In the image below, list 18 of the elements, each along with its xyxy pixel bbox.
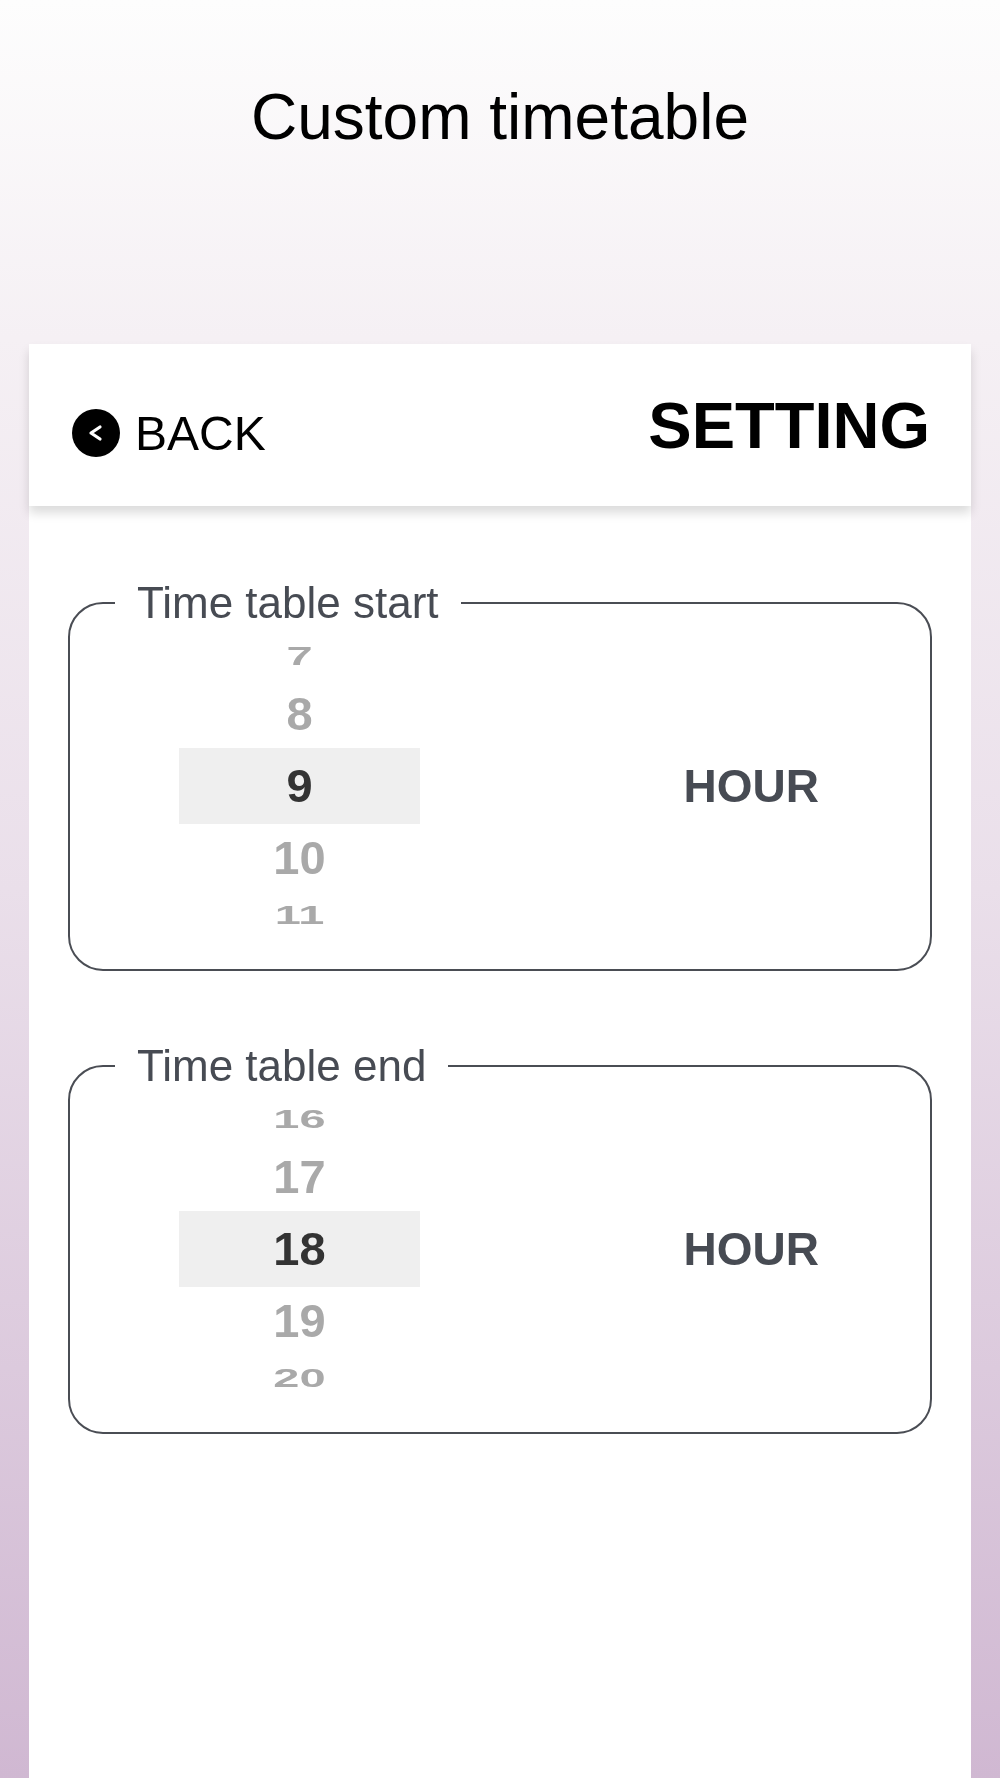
hour-option[interactable]: 20 bbox=[273, 1363, 326, 1394]
picker-legend: Time table start bbox=[137, 578, 439, 628]
unit-label: HOUR bbox=[683, 761, 819, 811]
screen-title: Custom timetable bbox=[251, 80, 749, 154]
hour-option[interactable]: 10 bbox=[273, 822, 326, 894]
hour-option[interactable]: 19 bbox=[273, 1285, 326, 1357]
chevron-circle-icon bbox=[72, 409, 120, 457]
hour-option[interactable]: 7 bbox=[286, 641, 313, 672]
selected-hour-option[interactable]: 9 bbox=[179, 748, 420, 824]
back-button[interactable]: BACK bbox=[72, 405, 266, 461]
unit-label: HOUR bbox=[683, 1224, 819, 1274]
hour-option[interactable]: 8 bbox=[286, 678, 313, 750]
hour-option[interactable]: 16 bbox=[273, 1104, 326, 1135]
hour-option[interactable]: 17 bbox=[273, 1141, 326, 1213]
header-title: SETTING bbox=[648, 387, 930, 463]
hour-option[interactable]: 11 bbox=[274, 900, 325, 931]
selected-hour-option[interactable]: 18 bbox=[179, 1211, 420, 1287]
picker-legend: Time table end bbox=[137, 1041, 427, 1091]
